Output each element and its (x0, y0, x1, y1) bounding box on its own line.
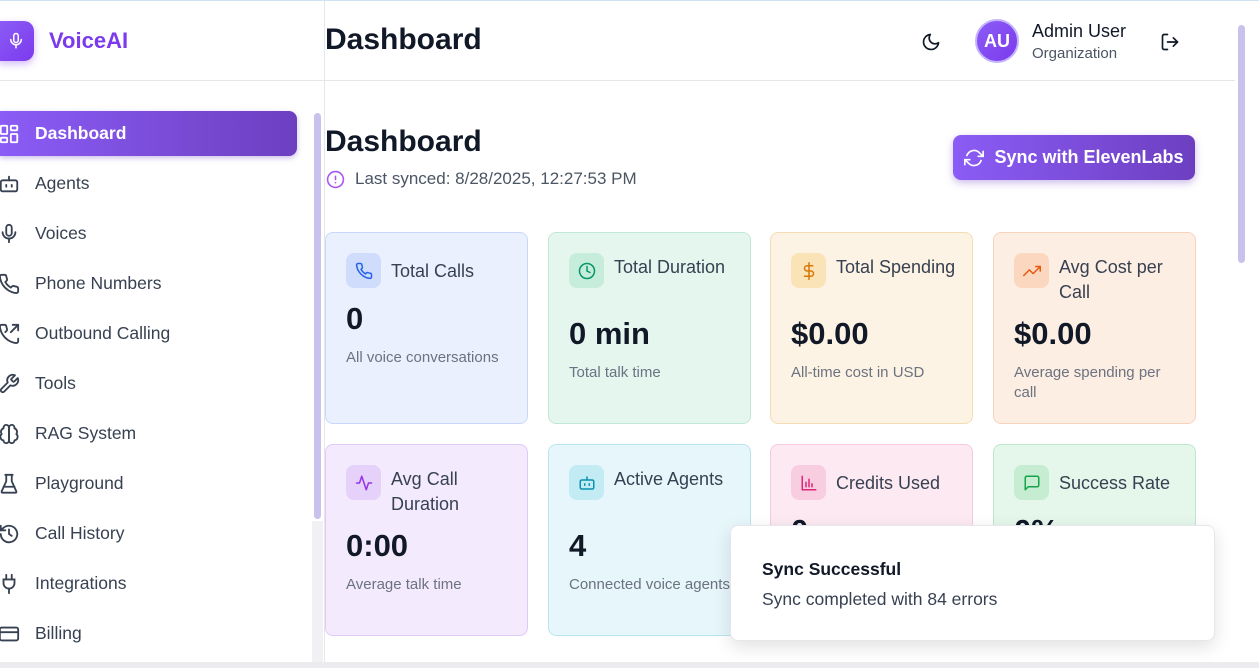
wrench-icon (0, 373, 20, 395)
sidebar-nav: Dashboard Agents Voices Phone Numbers Ou… (0, 111, 312, 661)
last-synced-text: Last synced: 8/28/2025, 12:27:53 PM (355, 169, 637, 188)
stat-card-total-spending: Total Spending $0.00 All-time cost in US… (770, 232, 973, 424)
history-icon (0, 523, 20, 545)
card-value: $0.00 (1014, 316, 1092, 351)
stat-card-avg-call-duration: Avg Call Duration 0:00 Average talk time (325, 444, 528, 636)
phone-icon (346, 253, 381, 288)
sidebar-item-playground[interactable]: Playground (0, 461, 297, 506)
sidebar-item-call-history[interactable]: Call History (0, 511, 297, 556)
user-name: Admin User (1032, 21, 1127, 41)
card-title: Success Rate (1059, 473, 1171, 493)
card-description: Average spending per call (1014, 364, 1161, 401)
toast-notification[interactable]: Sync Successful Sync completed with 84 e… (730, 525, 1215, 641)
sidebar-item-label: Call History (35, 523, 125, 543)
sidebar-item-label: Outbound Calling (35, 323, 171, 343)
card-title: Avg Call Duration (391, 469, 460, 514)
header-title: Dashboard (325, 23, 482, 56)
card-title: Total Calls (391, 261, 475, 281)
card-title: Avg Cost per Call (1059, 257, 1163, 302)
sync-button-label: Sync with ElevenLabs (994, 147, 1184, 167)
top-header: Dashboard AU Admin User Organization (325, 1, 1235, 81)
sidebar: VoiceAI Dashboard Agents Voices Phone Nu… (0, 1, 325, 668)
main-scroll-track[interactable] (1237, 1, 1259, 668)
main-scrollbar[interactable] (1238, 25, 1245, 263)
sidebar-item-label: Agents (35, 173, 90, 193)
phone-icon (0, 273, 20, 295)
trending-up-icon (1014, 253, 1049, 288)
phone-outgoing-icon (0, 323, 20, 345)
microphone-icon (0, 223, 20, 245)
sidebar-item-billing[interactable]: Billing (0, 611, 297, 656)
plug-icon (0, 573, 20, 595)
card-description: Connected voice agents (569, 576, 730, 593)
stat-card-active-agents: Active Agents 4 Connected voice agents (548, 444, 751, 636)
stat-card-total-duration: Total Duration 0 min Total talk time (548, 232, 751, 424)
card-description: All voice conversations (346, 349, 499, 366)
user-org: Organization (1032, 45, 1118, 62)
sidebar-item-agents[interactable]: Agents (0, 161, 297, 206)
info-circle-icon (325, 169, 345, 189)
card-value: 0 (346, 301, 364, 336)
sidebar-item-phone-numbers[interactable]: Phone Numbers (0, 261, 297, 306)
sidebar-item-integrations[interactable]: Integrations (0, 561, 297, 606)
sidebar-item-rag-system[interactable]: RAG System (0, 411, 297, 456)
bar-chart-icon (791, 465, 826, 500)
dollar-icon (791, 253, 826, 288)
sidebar-item-label: Billing (35, 623, 82, 643)
horizontal-scroll-track[interactable] (0, 662, 1259, 668)
sidebar-item-label: Voices (35, 223, 87, 243)
sidebar-item-label: Playground (35, 473, 124, 493)
card-description: Average talk time (346, 576, 462, 593)
sidebar-item-label: Tools (35, 373, 76, 393)
card-title: Credits Used (836, 473, 941, 493)
sidebar-item-label: Integrations (35, 573, 127, 593)
sidebar-item-outbound-calling[interactable]: Outbound Calling (0, 311, 297, 356)
activity-icon (346, 465, 381, 500)
bot-icon (569, 465, 604, 500)
brain-icon (0, 423, 20, 445)
stat-card-avg-cost: Avg Cost per Call $0.00 Average spending… (993, 232, 1196, 424)
sidebar-item-label: Dashboard (35, 123, 127, 143)
moon-icon[interactable] (919, 30, 943, 54)
last-synced: Last synced: 8/28/2025, 12:27:53 PM (325, 169, 637, 189)
sidebar-item-dashboard[interactable]: Dashboard (0, 111, 297, 156)
stat-card-total-calls: Total Calls 0 All voice conversations (325, 232, 528, 424)
card-value: 4 (569, 528, 587, 563)
toast-title: Sync Successful (762, 559, 902, 579)
sidebar-item-label: Phone Numbers (35, 273, 162, 293)
sidebar-item-tools[interactable]: Tools (0, 361, 297, 406)
toast-message: Sync completed with 84 errors (762, 589, 998, 609)
brand[interactable]: VoiceAI (0, 1, 324, 81)
flask-icon (0, 473, 20, 495)
sidebar-item-voices[interactable]: Voices (0, 211, 297, 256)
logout-icon[interactable] (1158, 30, 1182, 54)
card-title: Total Spending (836, 257, 956, 277)
dashboard-icon (0, 123, 20, 145)
credit-card-icon (0, 623, 20, 645)
card-value: 0:00 (346, 528, 409, 563)
card-title: Active Agents (614, 469, 724, 489)
card-title: Total Duration (614, 257, 726, 277)
app-root: VoiceAI Dashboard Agents Voices Phone Nu… (0, 0, 1259, 668)
clock-icon (569, 253, 604, 288)
sidebar-scrollbar[interactable] (314, 113, 321, 519)
bot-icon (0, 173, 20, 195)
card-description: Total talk time (569, 364, 661, 381)
sidebar-item-label: RAG System (35, 423, 137, 443)
sync-button[interactable]: Sync with ElevenLabs (953, 135, 1195, 180)
page-title: Dashboard (325, 125, 482, 158)
avatar[interactable]: AU (975, 19, 1019, 63)
card-description: All-time cost in USD (791, 364, 925, 381)
sidebar-scroll-track[interactable] (312, 521, 323, 663)
card-value: 0 min (569, 316, 650, 351)
refresh-icon (964, 148, 985, 168)
message-square-icon (1014, 465, 1049, 500)
card-value: $0.00 (791, 316, 869, 351)
brand-name: VoiceAI (49, 27, 129, 53)
microphone-icon (0, 20, 34, 61)
